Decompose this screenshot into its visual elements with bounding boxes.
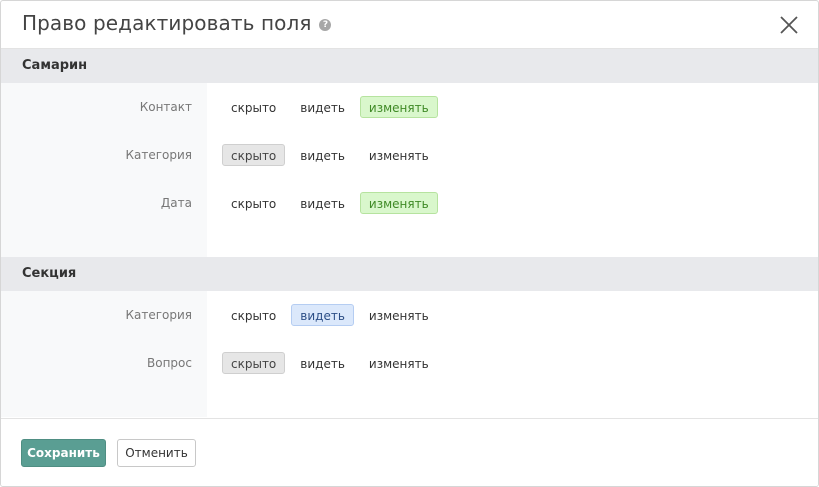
field-label: Дата bbox=[160, 196, 192, 210]
option-hidden[interactable]: скрыто bbox=[222, 304, 285, 326]
option-hidden[interactable]: скрыто bbox=[222, 144, 286, 166]
option-edit[interactable]: изменять bbox=[359, 96, 438, 118]
field-label: Категория bbox=[125, 308, 192, 322]
dialog-title: Право редактировать поля bbox=[22, 11, 312, 35]
option-edit[interactable]: изменять bbox=[359, 192, 438, 214]
cancel-button[interactable]: Отменить bbox=[117, 439, 196, 467]
section-header-section: Секция bbox=[1, 257, 818, 291]
section-header-samarin: Самарин bbox=[1, 49, 818, 83]
option-view[interactable]: видеть bbox=[291, 96, 354, 118]
labels-column: Категория Вопрос bbox=[1, 291, 207, 417]
field-label: Вопрос bbox=[147, 356, 192, 370]
option-hidden[interactable]: скрыто bbox=[222, 352, 286, 374]
option-group: скрыто видеть изменять bbox=[207, 83, 818, 131]
dialog-title-wrap: Право редактировать поля? bbox=[22, 11, 332, 35]
option-view[interactable]: видеть bbox=[291, 144, 354, 166]
options-column: скрыто видеть изменять скрыто видеть изм… bbox=[207, 83, 818, 257]
option-group: скрыто видеть изменять bbox=[207, 339, 818, 387]
labels-column: Контакт Категория Дата bbox=[1, 83, 207, 257]
option-group: скрыто видеть изменять bbox=[207, 131, 818, 179]
edit-fields-dialog: Право редактировать поля? Самарин Контак… bbox=[0, 0, 819, 487]
option-group: скрыто видеть изменять bbox=[207, 291, 818, 339]
option-group: скрыто видеть изменять bbox=[207, 179, 818, 227]
save-button[interactable]: Сохранить bbox=[21, 439, 106, 467]
option-hidden[interactable]: скрыто bbox=[222, 192, 285, 214]
option-view[interactable]: видеть bbox=[291, 192, 354, 214]
option-view[interactable]: видеть bbox=[291, 352, 354, 374]
close-icon[interactable] bbox=[778, 14, 800, 36]
option-edit[interactable]: изменять bbox=[360, 304, 438, 326]
dialog-footer: Сохранить Отменить bbox=[1, 418, 818, 486]
section-body-section: Категория Вопрос скрыто видеть изменять … bbox=[1, 291, 818, 417]
options-column: скрыто видеть изменять скрыто видеть изм… bbox=[207, 291, 818, 417]
help-icon[interactable]: ? bbox=[319, 19, 332, 31]
option-edit[interactable]: изменять bbox=[360, 144, 438, 166]
field-label: Категория bbox=[125, 148, 192, 162]
option-view[interactable]: видеть bbox=[291, 304, 354, 326]
field-label: Контакт bbox=[139, 100, 192, 114]
dialog-header: Право редактировать поля? bbox=[1, 1, 818, 49]
section-body-samarin: Контакт Категория Дата скрыто видеть изм… bbox=[1, 83, 818, 257]
option-hidden[interactable]: скрыто bbox=[222, 96, 285, 118]
option-edit[interactable]: изменять bbox=[360, 352, 438, 374]
